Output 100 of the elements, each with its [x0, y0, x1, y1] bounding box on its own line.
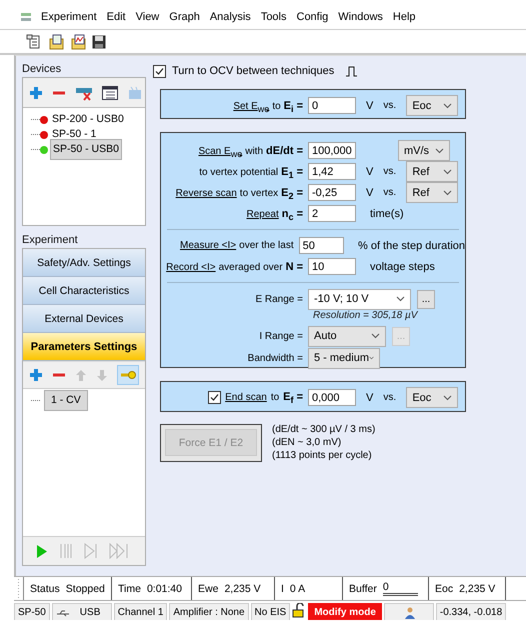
chevron-icon: [369, 355, 374, 361]
vs-label: vs.: [383, 100, 398, 111]
status-value: 0: [382, 581, 418, 596]
field-label: to: [270, 392, 280, 403]
dropdown[interactable]: mV/s: [398, 140, 450, 161]
resolution-note: Resolution = 305,18 µV: [313, 310, 419, 323]
status-value: Stopped: [66, 582, 105, 594]
folder-chart-icon[interactable]: [70, 34, 86, 50]
input-field[interactable]: 0,000: [308, 389, 356, 406]
unit-label: time(s): [370, 208, 404, 220]
status-value: 2,235 V: [459, 582, 496, 594]
nav-button[interactable]: Cell Characteristics: [23, 277, 145, 305]
save-icon[interactable]: [92, 34, 106, 48]
folder-document-icon[interactable]: [48, 34, 64, 50]
field-label: with: [245, 146, 264, 156]
unit-label: V: [366, 100, 374, 112]
unit-label: V: [366, 392, 374, 404]
status-label: I: [281, 582, 284, 594]
field-label: to: [272, 100, 281, 112]
checkbox[interactable]: [153, 64, 166, 78]
device-item[interactable]: SP-200 - USB0: [50, 113, 126, 126]
link[interactable]: Scan E$_{we}$: [198, 146, 242, 156]
field-label: averaged over: [218, 262, 283, 272]
status-label: Time: [118, 582, 141, 594]
symbol-label: n$_{c}$ =: [282, 208, 303, 220]
menu-item[interactable]: Edit: [106, 10, 126, 22]
chevron-icon: [443, 190, 452, 196]
dropdown[interactable]: Ref: [406, 182, 458, 203]
document-stack-icon[interactable]: [26, 34, 42, 50]
input-field[interactable]: 2: [308, 205, 356, 222]
status-label: Ewe: [198, 582, 218, 594]
link[interactable]: End scan: [225, 392, 267, 403]
status-field: Channel 1: [114, 603, 168, 620]
status-field: Amplifier : None: [169, 603, 249, 620]
status-label: Eoc: [435, 582, 454, 594]
link[interactable]: Repeat: [246, 208, 279, 220]
symbol-label: N =: [286, 260, 303, 272]
chevron-icon: [371, 333, 380, 339]
device-item[interactable]: SP-50 - 1: [50, 128, 98, 141]
table-icon[interactable]: [102, 86, 118, 100]
key-button[interactable]: [117, 365, 139, 385]
lock-icon: [292, 603, 306, 618]
menu-item[interactable]: Graph: [169, 10, 200, 22]
menu-item[interactable]: Tools: [260, 10, 286, 22]
link[interactable]: Measure <I>: [180, 240, 236, 251]
checkbox[interactable]: [208, 391, 222, 404]
play-icon[interactable]: [36, 544, 48, 558]
status-value: 0:01:40: [146, 582, 182, 594]
person-icon: [404, 606, 415, 618]
menu-item[interactable]: View: [136, 10, 160, 22]
pulse-icon: [346, 66, 358, 76]
input-field[interactable]: 10: [308, 258, 356, 275]
chevron-icon: [443, 102, 452, 108]
dropdown[interactable]: -10 V; 10 V: [308, 288, 411, 310]
symbol-label: E$_{1}$ =: [281, 166, 303, 178]
dropdown[interactable]: 5 - medium: [308, 348, 380, 368]
plus-icon[interactable]: [29, 368, 43, 382]
symbol-label: E$_{f}$ =: [283, 391, 303, 403]
menu-item[interactable]: Windows: [338, 10, 383, 22]
section-label: Experiment: [22, 233, 79, 248]
chevron-icon: [443, 394, 452, 400]
menu-item[interactable]: Analysis: [210, 10, 251, 22]
unit-label: voltage steps: [370, 260, 435, 272]
status-value: 0 A: [290, 582, 306, 594]
plus-icon[interactable]: [29, 86, 43, 100]
link[interactable]: Reverse scan: [176, 188, 237, 198]
input-field[interactable]: 100,000: [308, 142, 356, 159]
device-item[interactable]: SP-50 - USB0: [50, 139, 122, 160]
dropdown[interactable]: Eoc: [406, 387, 458, 408]
vs-label: vs.: [383, 187, 398, 198]
nav-button[interactable]: Safety/Adv. Settings: [23, 249, 145, 277]
input-field[interactable]: -0,25: [308, 184, 356, 201]
status-label: Buffer: [349, 582, 377, 594]
symbol-label: E$_{i}$ =: [284, 100, 303, 112]
menu-item[interactable]: Config: [296, 10, 328, 22]
field-label: Bandwidth =: [248, 352, 303, 364]
chevron-icon: [443, 168, 452, 174]
menu-item[interactable]: Experiment: [41, 10, 97, 22]
app-logo-icon: [20, 10, 32, 22]
info-text: (dEN ~ 3,0 mV): [272, 437, 342, 450]
nav-button[interactable]: External Devices: [23, 305, 145, 333]
input-field[interactable]: 50: [298, 237, 344, 254]
vs-label: vs.: [383, 392, 398, 403]
checkbox-label: Turn to OCV between techniques: [172, 65, 334, 77]
nav-button[interactable]: Parameters Settings: [23, 333, 145, 361]
dropdown[interactable]: Ref: [406, 161, 458, 182]
link[interactable]: Set E$_{we}$: [233, 100, 270, 112]
link[interactable]: Record <I>: [166, 262, 216, 272]
field-label: over the last: [239, 240, 294, 251]
info-text: (dE/dt ~ 300 µV / 3 ms): [272, 424, 376, 437]
dropdown[interactable]: Eoc: [406, 95, 458, 116]
input-field[interactable]: 1,42: [308, 163, 356, 180]
unit-label: V: [366, 186, 374, 198]
vs-label: vs.: [383, 166, 398, 177]
status-field: -0.334, -0.018: [436, 603, 506, 620]
input-field[interactable]: 0: [308, 97, 356, 114]
more-button[interactable]: ...: [417, 290, 435, 308]
menu-item[interactable]: Help: [392, 10, 416, 22]
usb-icon: [56, 608, 70, 616]
technique-item[interactable]: 1 - CV: [44, 390, 88, 411]
